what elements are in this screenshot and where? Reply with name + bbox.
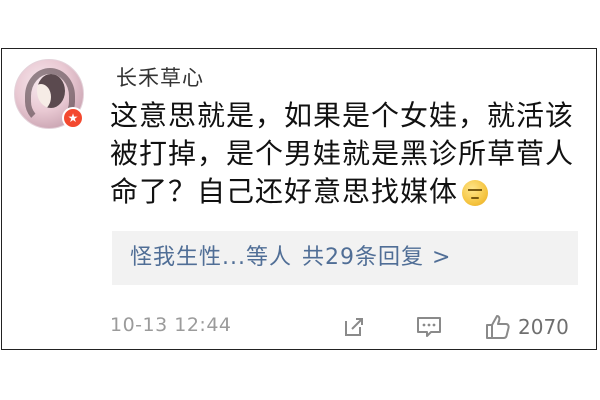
star-badge-icon: ★ — [62, 107, 84, 129]
timestamp: 10-13 12:44 — [110, 314, 232, 336]
thumbs-up-icon — [486, 315, 510, 339]
comment-line: 这意思就是，如果是个女娃，就活该 — [110, 99, 575, 132]
avatar-face — [37, 74, 65, 108]
username[interactable]: 长禾草心 — [116, 62, 204, 92]
comment-footer: 10-13 12:44 2070 — [110, 312, 580, 342]
smirk-emoji-icon — [462, 180, 489, 206]
comment-line: 被打掉，是个男娃就是黑诊所草菅人 — [110, 137, 575, 170]
comment-button[interactable] — [416, 312, 442, 342]
share-button[interactable] — [342, 312, 366, 342]
like-button[interactable]: 2070 — [484, 312, 569, 342]
replies-suffix: 等人 — [245, 245, 292, 270]
replies-total-link[interactable]: 共29条回复 > — [302, 245, 451, 270]
comment-text: 这意思就是，如果是个女娃，就活该 被打掉，是个男娃就是黑诊所草菅人 命了？自己还… — [110, 97, 580, 211]
comment-line-last: 命了？自己还好意思找媒体 — [110, 173, 580, 211]
comment-card: ★ 长禾草心 这意思就是，如果是个女娃，就活该 被打掉，是个男娃就是黑诊所草菅人… — [1, 48, 597, 350]
comment-line: 命了？自己还好意思找媒体 — [110, 175, 459, 208]
like-count: 2070 — [518, 315, 569, 339]
share-icon — [345, 318, 363, 336]
replies-preview[interactable]: 怪我生性...等人 共29条回复 > — [112, 231, 578, 285]
comment-icon — [417, 317, 441, 337]
first-reply-author[interactable]: 怪我生性... — [130, 245, 246, 270]
